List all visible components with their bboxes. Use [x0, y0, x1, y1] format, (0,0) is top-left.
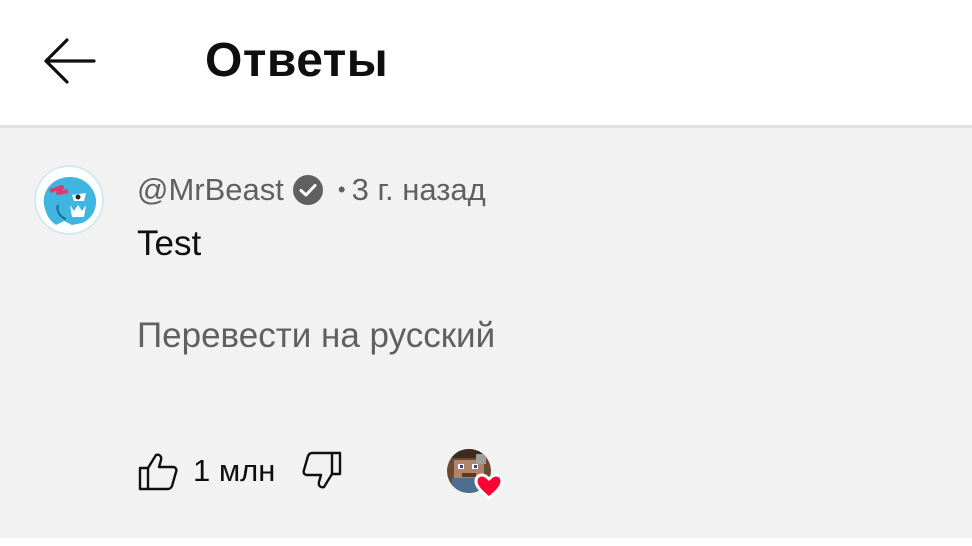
- like-button[interactable]: [137, 450, 179, 492]
- comment-text: Test: [137, 224, 202, 263]
- thumbs-down-icon: [302, 451, 342, 489]
- arrow-left-icon: [44, 38, 96, 84]
- comment-meta: @MrBeast • 3 г. назад: [137, 170, 486, 210]
- top-app-bar: Ответы: [0, 0, 972, 128]
- translate-button[interactable]: Перевести на русский: [137, 313, 495, 359]
- comment-timestamp: 3 г. назад: [351, 172, 486, 207]
- author-avatar[interactable]: [34, 165, 104, 235]
- bottom-divider: [0, 538, 972, 546]
- mrbeast-logo-icon: [34, 165, 104, 235]
- thumbs-up-icon: [138, 453, 178, 491]
- comment-actions: 1 млн: [137, 446, 343, 496]
- like-count: 1 млн: [193, 453, 276, 488]
- dislike-button[interactable]: [301, 450, 343, 492]
- verified-check-icon: [292, 174, 324, 206]
- author-handle[interactable]: @MrBeast: [137, 172, 284, 208]
- page-title: Ответы: [205, 34, 389, 87]
- heart-icon: [474, 473, 504, 500]
- creator-heart-badge: [446, 448, 508, 500]
- back-button[interactable]: [38, 30, 100, 92]
- meta-separator: •: [337, 177, 346, 202]
